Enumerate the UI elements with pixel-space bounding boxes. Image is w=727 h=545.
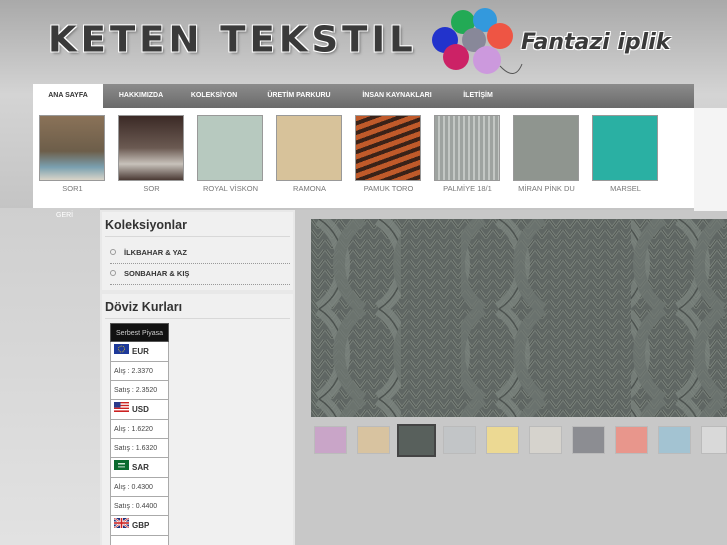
product-item[interactable]: MARSEL: [592, 115, 659, 193]
nav-item-ana-sayfa[interactable]: ANA SAYFA: [33, 84, 103, 108]
currency-sell: Satış : 1.6320: [110, 439, 169, 458]
product-label: PAMUK TORO: [363, 184, 414, 193]
product-swatch[interactable]: [39, 115, 105, 181]
nav-item-uretim-parkuru[interactable]: ÜRETİM PARKURU: [249, 84, 349, 108]
product-label: MARSEL: [610, 184, 641, 193]
thumbnail[interactable]: [658, 426, 691, 454]
divider: [110, 284, 290, 285]
thumbnail[interactable]: [615, 426, 648, 454]
product-label: SOR1: [62, 184, 83, 193]
product-swatch[interactable]: [276, 115, 342, 181]
currency-buy: Alış : 1.6220: [110, 420, 169, 439]
currency-eur: EUR: [110, 342, 169, 362]
left-background: [0, 208, 100, 545]
thumbnail[interactable]: [314, 426, 347, 454]
nav-item-insan-kaynaklari[interactable]: İNSAN KAYNAKLARI: [349, 84, 445, 108]
thumbnail[interactable]: [486, 426, 519, 454]
product-item[interactable]: PALMİYE 18/1: [434, 115, 501, 193]
yarn-balls-icon: [432, 8, 523, 74]
main-navigation: ANA SAYFA HAKKIMIZDA KOLEKSİYON ÜRETİM P…: [33, 84, 694, 108]
divider: [105, 236, 290, 237]
currency-header: Serbest Piyasa: [110, 323, 169, 342]
collections-box: Koleksiyonlar İLKBAHAR & YAZ SONBAHAR & …: [102, 212, 293, 290]
product-item[interactable]: ROYAL VİSKON: [197, 115, 264, 193]
product-label: MİRAN PİNK DU: [518, 184, 575, 193]
site-tagline: Fantazi iplik: [521, 30, 671, 55]
nav-item-koleksiyon[interactable]: KOLEKSİYON: [179, 84, 249, 108]
featured-yarn-image: [311, 219, 727, 417]
category-sonbahar-kis[interactable]: SONBAHAR & KIŞ: [110, 269, 189, 278]
thumbnail[interactable]: [529, 426, 562, 454]
gb-flag-icon: [114, 517, 129, 528]
currency-buy: Alış : 0.4300: [110, 478, 169, 497]
product-swatch[interactable]: [118, 115, 184, 181]
thumbnail-selected[interactable]: [397, 424, 436, 457]
product-label: RAMONA: [293, 184, 326, 193]
site-logo[interactable]: KETEN TEKSTIL: [48, 19, 417, 60]
category-ilkbahar-yaz[interactable]: İLKBAHAR & YAZ: [110, 248, 187, 257]
product-swatch[interactable]: [355, 115, 421, 181]
product-item[interactable]: SOR: [118, 115, 185, 193]
product-swatch[interactable]: [434, 115, 500, 181]
currency-buy: [110, 536, 169, 545]
divider: [110, 263, 290, 264]
sa-flag-icon: [114, 459, 129, 470]
thumbnail[interactable]: [357, 426, 390, 454]
product-item[interactable]: RAMONA: [276, 115, 343, 193]
currency-usd: USD: [110, 400, 169, 420]
product-label: ROYAL VİSKON: [202, 184, 259, 193]
product-item[interactable]: SOR1: [39, 115, 106, 193]
product-label: SOR: [143, 184, 160, 193]
us-flag-icon: [114, 401, 129, 412]
nav-item-iletisim[interactable]: İLETİŞİM: [445, 84, 511, 108]
product-swatch[interactable]: [513, 115, 579, 181]
thumbnail[interactable]: [572, 426, 605, 454]
currency-sell: Satış : 2.3520: [110, 381, 169, 400]
back-link[interactable]: GERİ: [56, 212, 73, 219]
currency-sell: Satış : 0.4400: [110, 497, 169, 516]
product-item[interactable]: PAMUK TORO: [355, 115, 422, 193]
thumbnail[interactable]: [701, 426, 727, 454]
thumbnail-strip: [311, 422, 727, 460]
divider: [105, 318, 290, 319]
currency-gbp: GBP: [110, 516, 169, 536]
currency-buy: Alış : 2.3370: [110, 362, 169, 381]
currency-table: Serbest Piyasa EUR Alış : 2.3370 Satış :…: [110, 323, 169, 545]
currency-title: Döviz Kurları: [105, 300, 183, 314]
product-label: PALMİYE 18/1: [443, 184, 492, 193]
product-swatch[interactable]: [197, 115, 263, 181]
currency-sar: SAR: [110, 458, 169, 478]
nav-item-hakkimizda[interactable]: HAKKIMIZDA: [103, 84, 179, 108]
currency-box: Döviz Kurları Serbest Piyasa EUR Alış : …: [102, 294, 293, 545]
product-item[interactable]: MİRAN PİNK DU: [513, 115, 580, 193]
collections-title: Koleksiyonlar: [105, 218, 187, 232]
thumbnail[interactable]: [443, 426, 476, 454]
eu-flag-icon: [114, 343, 129, 354]
strip-edge: [694, 108, 727, 211]
product-strip: SOR1 SOR ROYAL VİSKON RAMONA PAMUK TORO …: [33, 108, 694, 208]
knit-texture-image: [311, 219, 727, 417]
sidebar: Koleksiyonlar İLKBAHAR & YAZ SONBAHAR & …: [100, 210, 295, 545]
product-swatch[interactable]: [592, 115, 658, 181]
